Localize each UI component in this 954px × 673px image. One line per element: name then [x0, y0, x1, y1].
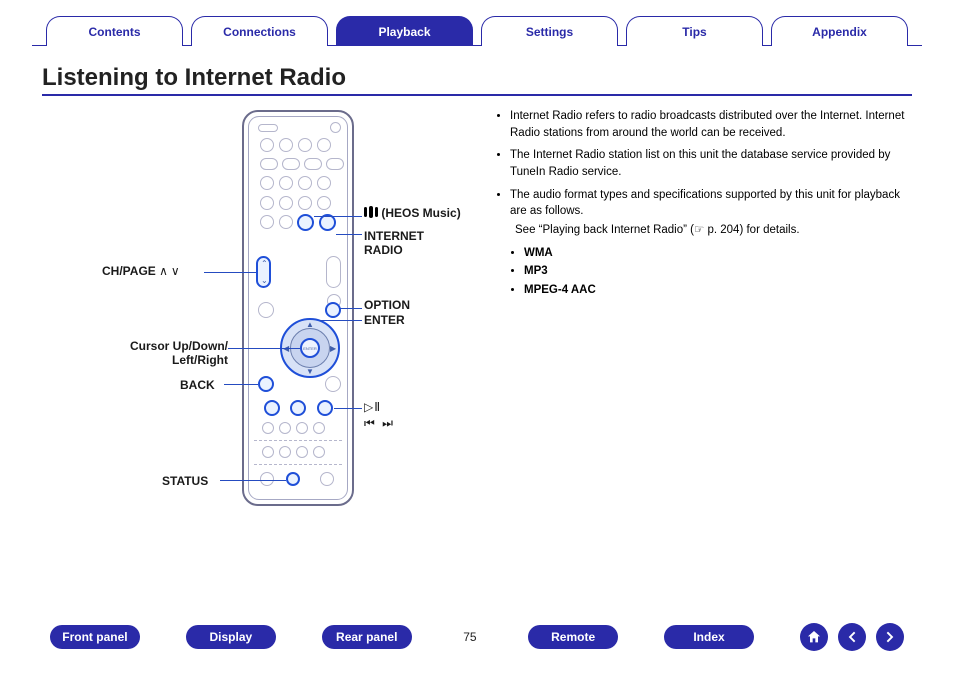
smart-select-row [262, 446, 325, 458]
tab-contents[interactable]: Contents [46, 16, 183, 46]
skip-fwd-button[interactable] [317, 400, 333, 416]
remote-misc-button [279, 215, 293, 229]
nav-front-panel[interactable]: Front panel [50, 625, 140, 649]
back-button[interactable] [258, 376, 274, 392]
description-bullet: The Internet Radio station list on this … [510, 147, 912, 180]
remote-misc-row [260, 196, 331, 210]
skip-icons: ⏮ ⏭ [364, 416, 395, 430]
info-button [325, 376, 341, 392]
remote-misc-button [304, 158, 322, 170]
volume-rocker [326, 256, 341, 288]
arrows-icon: ∧∨ [159, 264, 183, 278]
top-tabs: Contents Connections Playback Settings T… [0, 0, 954, 46]
callout-cursor: Cursor Up/Down/ Left/Right [88, 339, 228, 368]
callout-status: STATUS [162, 474, 208, 488]
callout-transport: ▷Ⅱ ⏮ ⏭ [364, 400, 395, 431]
format-item: MPEG-4 AAC [524, 282, 912, 299]
description-column: Internet Radio refers to radio broadcast… [494, 102, 912, 562]
page-title: Listening to Internet Radio [42, 64, 912, 92]
remote-misc-row [262, 422, 325, 434]
remote-misc-button [282, 158, 300, 170]
tab-playback[interactable]: Playback [336, 16, 473, 46]
leader-line [204, 272, 256, 273]
heos-music-icon [364, 207, 378, 217]
status-button[interactable] [286, 472, 300, 486]
title-rule [42, 94, 912, 96]
play-pause-icon: ▷Ⅱ [364, 400, 395, 416]
nav-rear-panel[interactable]: Rear panel [322, 625, 412, 649]
callout-internet-radio: INTERNETRADIO [364, 229, 424, 258]
remote-misc-button [330, 122, 341, 133]
format-item: MP3 [524, 263, 912, 280]
page-number: 75 [458, 630, 483, 644]
see-reference[interactable]: See “Playing back Internet Radio” (☞ p. … [515, 222, 912, 239]
remote-misc-button [326, 158, 344, 170]
home-icon[interactable] [800, 623, 828, 651]
callout-option-enter: OPTION ENTER [364, 298, 410, 328]
callout-heos: (HEOS Music) [364, 206, 461, 220]
footer-nav: Front panel Display Rear panel 75 Remote… [0, 623, 954, 651]
heos-music-button[interactable] [297, 214, 314, 231]
setup-button [258, 302, 274, 318]
remote-misc-row [260, 138, 331, 152]
skip-back-button[interactable] [264, 400, 280, 416]
remote-misc-button [258, 124, 278, 132]
arrow-right-icon[interactable] [876, 623, 904, 651]
arrow-left-icon[interactable] [838, 623, 866, 651]
tab-appendix[interactable]: Appendix [771, 16, 908, 46]
leader-line [314, 216, 362, 217]
leader-line [340, 308, 362, 309]
remote-misc-button [260, 472, 274, 486]
remote-diagram-area: ⌃ ⌄ ENTER ▲ ▼ ◀ ▶ [42, 102, 482, 562]
remote-misc-row [260, 176, 331, 190]
tab-settings[interactable]: Settings [481, 16, 618, 46]
format-item: WMA [524, 245, 912, 262]
leader-line [334, 408, 362, 409]
description-bullet: Internet Radio refers to radio broadcast… [510, 108, 912, 141]
remote-divider [254, 440, 342, 441]
leader-line [224, 384, 258, 385]
remote-divider [254, 464, 342, 465]
remote-misc-button [260, 158, 278, 170]
ch-page-rocker[interactable]: ⌃ ⌄ [256, 256, 271, 288]
nav-remote[interactable]: Remote [528, 625, 618, 649]
play-pause-button[interactable] [290, 400, 306, 416]
remote-misc-button [320, 472, 334, 486]
option-button[interactable] [325, 302, 341, 318]
nav-display[interactable]: Display [186, 625, 276, 649]
tab-tips[interactable]: Tips [626, 16, 763, 46]
nav-index[interactable]: Index [664, 625, 754, 649]
callout-back: BACK [180, 378, 215, 392]
leader-line [228, 348, 300, 349]
leader-line [220, 480, 286, 481]
description-bullet: The audio format types and specification… [510, 187, 912, 239]
leader-line [320, 320, 362, 321]
tab-connections[interactable]: Connections [191, 16, 328, 46]
leader-line [336, 234, 362, 235]
remote-misc-button [260, 215, 274, 229]
callout-ch-page: CH/PAGE ∧∨ [102, 264, 183, 278]
enter-button[interactable]: ENTER [300, 338, 320, 358]
